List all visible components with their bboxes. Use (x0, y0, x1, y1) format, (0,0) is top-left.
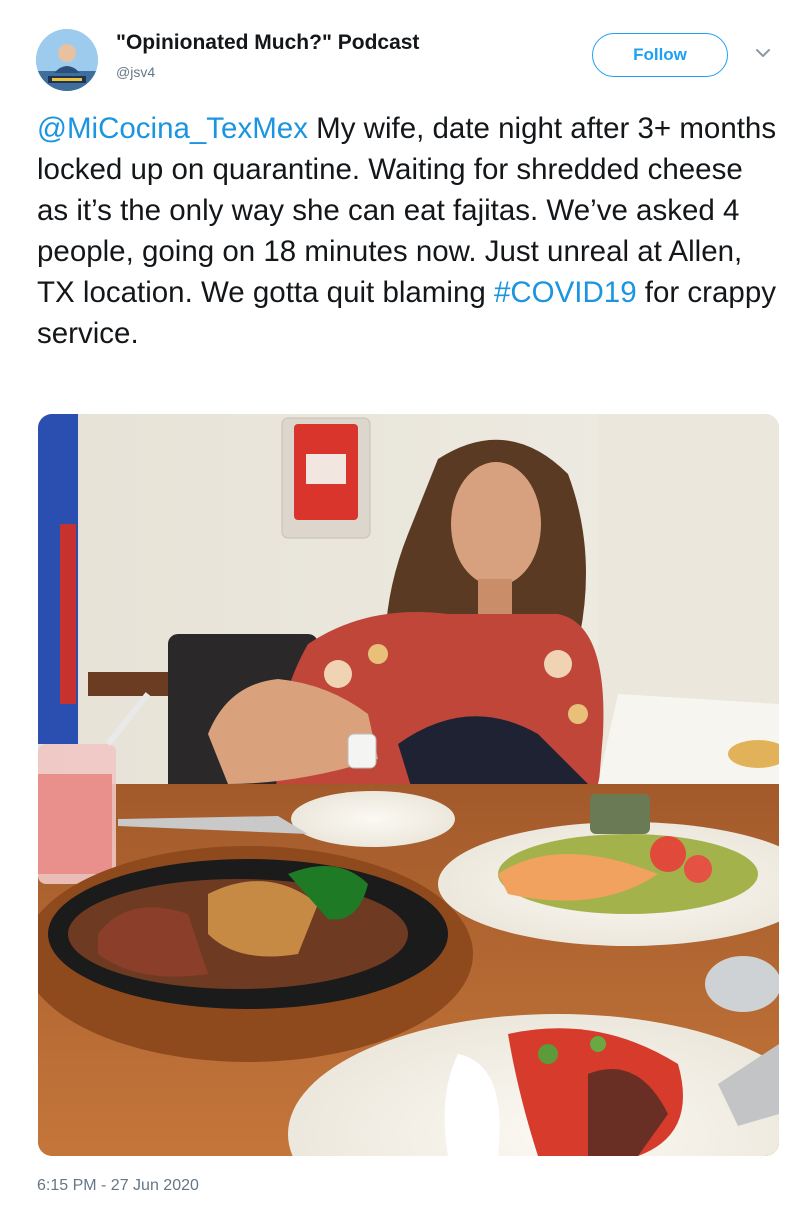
tweet-header: "Opinionated Much?" Podcast @jsv4 Follow (0, 0, 800, 100)
chevron-down-icon[interactable] (752, 45, 774, 61)
tweet-photo[interactable] (38, 414, 779, 1156)
photo-restaurant-table (38, 414, 779, 1156)
podcast-avatar-icon (36, 29, 98, 91)
avatar[interactable] (36, 29, 98, 91)
mention-link[interactable]: @MiCocina_TexMex (37, 112, 308, 145)
handle[interactable]: @jsv4 (116, 64, 155, 80)
display-name[interactable]: "Opinionated Much?" Podcast (116, 31, 419, 55)
tweet-text: @MiCocina_TexMex My wife, date night aft… (37, 108, 782, 354)
follow-button[interactable]: Follow (592, 33, 728, 77)
hashtag-link[interactable]: #COVID19 (494, 276, 637, 309)
timestamp[interactable]: 6:15 PM - 27 Jun 2020 (37, 1177, 199, 1195)
